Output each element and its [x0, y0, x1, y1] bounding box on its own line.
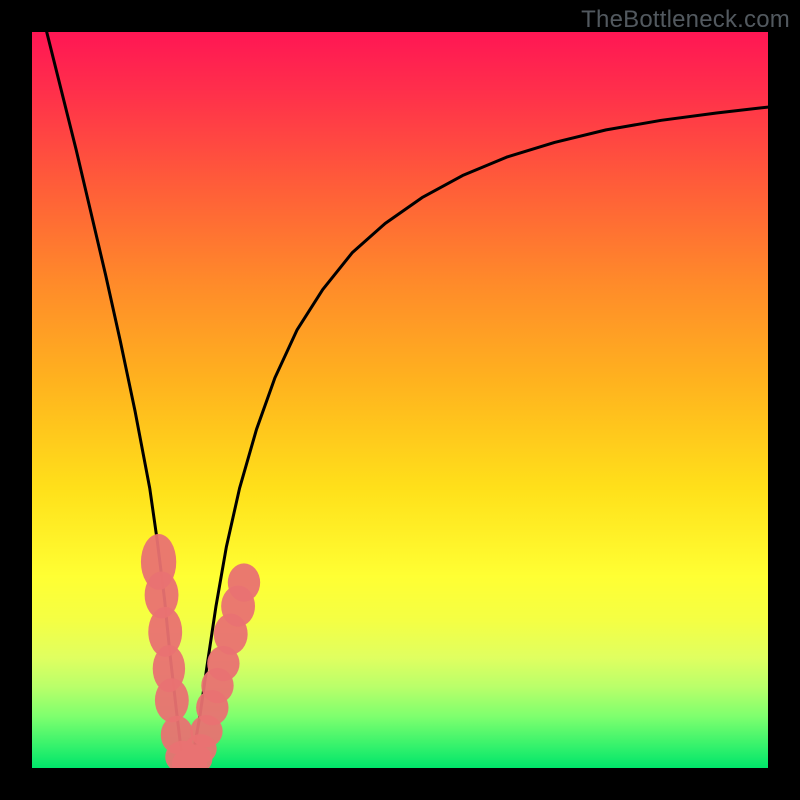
chart-svg: [32, 32, 768, 768]
data-marker: [155, 678, 189, 722]
marker-group: [141, 534, 260, 768]
chart-frame: TheBottleneck.com: [0, 0, 800, 800]
plot-area: [32, 32, 768, 768]
data-marker: [228, 563, 260, 601]
bottleneck-curve: [47, 32, 768, 764]
watermark-text: TheBottleneck.com: [581, 6, 790, 34]
